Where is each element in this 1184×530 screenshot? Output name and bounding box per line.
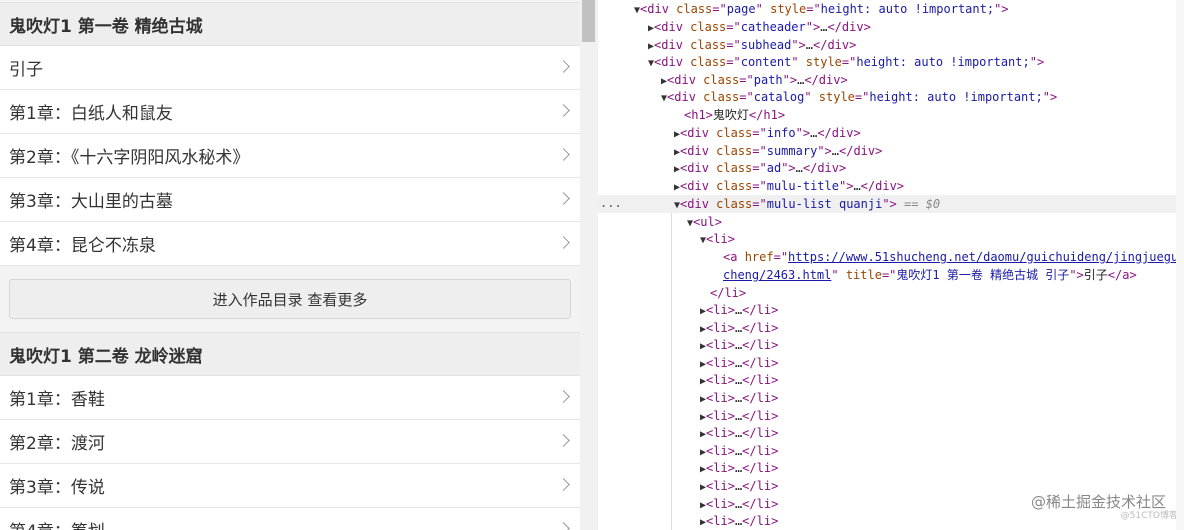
- dom-node-li-collapsed[interactable]: ▶<li>…</li>: [700, 302, 778, 320]
- more-actions-icon[interactable]: ...: [600, 196, 622, 210]
- chapter-label: 第4章：筹划: [9, 517, 105, 530]
- dom-node-li-collapsed[interactable]: ▶<li>…</li>: [700, 355, 778, 373]
- chapter-item[interactable]: 第1章：白纸人和鼠友: [0, 90, 580, 134]
- devtools-elements-panel: ▼<div class="page" style="height: auto !…: [598, 0, 1184, 530]
- dom-node-info[interactable]: ▶<div class="info">…</div>: [674, 125, 861, 143]
- chevron-right-icon: [557, 236, 570, 249]
- dom-node-h1[interactable]: <h1>鬼吹灯</h1>: [684, 107, 785, 125]
- volume-title: 鬼吹灯1 第二卷 龙岭迷窟: [0, 332, 580, 376]
- page-scrollbar-thumb[interactable]: [582, 0, 595, 42]
- chevron-right-icon: [557, 434, 570, 447]
- dom-node-page[interactable]: ▼<div class="page" style="height: auto !…: [634, 1, 1009, 19]
- chapter-label: 第1章：白纸人和鼠友: [9, 104, 173, 124]
- chevron-right-icon: [557, 522, 570, 530]
- page-scrollbar-track[interactable]: [580, 0, 598, 530]
- selected-node-marker: == $0: [904, 197, 941, 211]
- chevron-right-icon: [557, 148, 570, 161]
- more-container: 进入作品目录 查看更多: [0, 266, 580, 332]
- chapter-label: 第3章：大山里的古墓: [9, 192, 173, 212]
- chapter-label: 第1章：香鞋: [9, 390, 105, 410]
- dom-node-li-collapsed[interactable]: ▶<li>…</li>: [700, 320, 778, 338]
- dom-node-li-collapsed[interactable]: ▶<li>…</li>: [700, 443, 778, 461]
- chapter-item[interactable]: 第2章：《十六字阴阳风水秘术》: [0, 134, 580, 178]
- dom-node-li-collapsed[interactable]: ▶<li>…</li>: [700, 372, 778, 390]
- chapter-item[interactable]: 引子: [0, 46, 580, 90]
- dom-node-li-collapsed[interactable]: ▶<li>…</li>: [700, 460, 778, 478]
- chapter-label: 第3章：传说: [9, 478, 105, 498]
- chapter-item[interactable]: 第2章：渡河: [0, 420, 580, 464]
- dom-node-li-collapsed[interactable]: ▶<li>…</li>: [700, 478, 778, 496]
- chevron-right-icon: [557, 390, 570, 403]
- dom-node-ul[interactable]: ▼<ul>: [687, 214, 722, 232]
- dom-node-li-collapsed[interactable]: ▶<li>…</li>: [700, 408, 778, 426]
- view-more-button[interactable]: 进入作品目录 查看更多: [9, 279, 571, 319]
- chapter-label: 第2章：渡河: [9, 434, 105, 454]
- dom-node-li-collapsed[interactable]: ▶<li>…</li>: [700, 337, 778, 355]
- dom-node-summary[interactable]: ▶<div class="summary">…</div>: [674, 143, 882, 161]
- dom-node-catheader[interactable]: ▶<div class="catheader">…</div>: [648, 19, 871, 37]
- chapter-label: 第4章：昆仑不冻泉: [9, 236, 156, 256]
- chapter-item[interactable]: 第4章：昆仑不冻泉: [0, 222, 580, 266]
- href-link-cont[interactable]: cheng/2463.html: [723, 268, 831, 282]
- dom-node-li-collapsed[interactable]: ▶<li>…</li>: [700, 496, 778, 514]
- chevron-right-icon: [557, 478, 570, 491]
- mobile-page: 鬼吹灯1 第一卷 精绝古城 引子 第1章：白纸人和鼠友 第2章：《十六字阴阳风水…: [0, 0, 580, 530]
- indent-guide: [671, 213, 672, 530]
- chapter-item[interactable]: 第3章：大山里的古墓: [0, 178, 580, 222]
- chapter-item[interactable]: 第1章：香鞋: [0, 376, 580, 420]
- chevron-right-icon: [557, 60, 570, 73]
- dom-node-li-collapsed[interactable]: ▶<li>…</li>: [700, 390, 778, 408]
- chapter-label: 第2章：《十六字阴阳风水秘术》: [9, 148, 250, 168]
- dom-node-catalog[interactable]: ▼<div class="catalog" style="height: aut…: [661, 89, 1057, 107]
- href-link[interactable]: https://www.51shucheng.net/daomu/guichui…: [788, 250, 1178, 264]
- dom-node-anchor-cont[interactable]: cheng/2463.html" title="鬼吹灯1 第一卷 精绝古城 引子…: [723, 267, 1137, 285]
- dom-node-ad[interactable]: ▶<div class="ad">…</div>: [674, 160, 846, 178]
- dom-node-li-collapsed[interactable]: ▶<li>…</li>: [700, 513, 778, 530]
- dom-node-anchor[interactable]: <a href="https://www.51shucheng.net/daom…: [723, 249, 1178, 267]
- chapter-label: 引子: [9, 60, 43, 80]
- chapter-item[interactable]: 第3章：传说: [0, 464, 580, 508]
- dom-node-li-expanded[interactable]: ▼<li>: [700, 231, 735, 249]
- dom-node-mulu-list[interactable]: ▼<div class="mulu-list quanji"> == $0: [674, 196, 940, 214]
- chevron-right-icon: [557, 104, 570, 117]
- chevron-right-icon: [557, 192, 570, 205]
- chapter-item[interactable]: 第4章：筹划: [0, 508, 580, 530]
- dom-node-path[interactable]: ▶<div class="path">…</div>: [661, 72, 848, 90]
- dom-node-content[interactable]: ▼<div class="content" style="height: aut…: [648, 54, 1044, 72]
- volume-title: 鬼吹灯1 第一卷 精绝古城: [0, 2, 580, 46]
- dom-node-mulu-title[interactable]: ▶<div class="mulu-title">…</div>: [674, 178, 904, 196]
- devtools-scrollbar[interactable]: [1176, 0, 1184, 530]
- dom-node-li-close: </li>: [710, 286, 747, 300]
- dom-node-li-collapsed[interactable]: ▶<li>…</li>: [700, 425, 778, 443]
- dom-node-subhead[interactable]: ▶<div class="subhead">…</div>: [648, 37, 856, 55]
- watermark-small: @51CTO博客: [1120, 511, 1178, 522]
